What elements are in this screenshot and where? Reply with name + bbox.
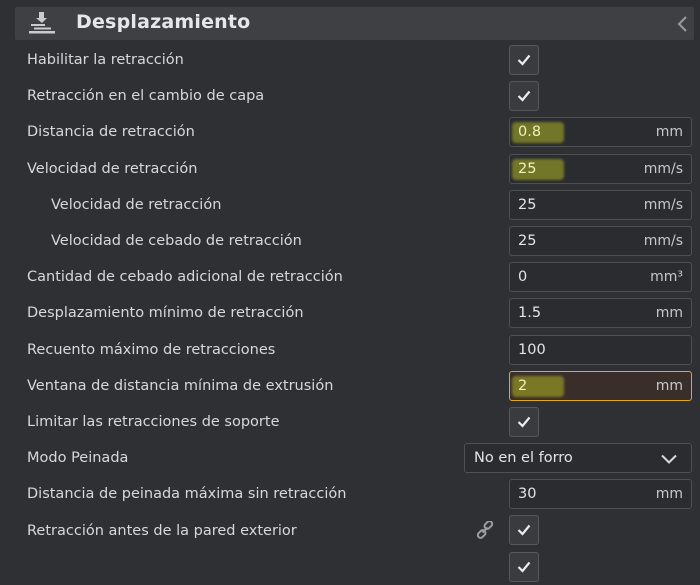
chevron-left-icon[interactable] [677, 16, 689, 32]
setting-value: 0.8 [518, 124, 542, 141]
setting-label: Cantidad de cebado adicional de retracci… [27, 269, 343, 286]
setting-checkbox[interactable] [509, 81, 539, 112]
setting-row: Ventana de distancia mínima de extrusión… [0, 368, 700, 404]
setting-label: Velocidad de retracción [27, 160, 198, 177]
setting-row: Distancia de retracción 0.8 mm [0, 114, 700, 150]
link-icon[interactable] [476, 520, 494, 543]
setting-row: Retracción antes de la pared exterior [0, 512, 700, 548]
setting-unit: mm [655, 377, 683, 394]
setting-checkbox[interactable] [509, 45, 539, 75]
setting-checkbox[interactable] [509, 406, 539, 437]
setting-label: Velocidad de cebado de retracción [51, 233, 302, 250]
setting-input[interactable]: 25 mm/s [509, 225, 692, 256]
setting-input[interactable]: 0 mm³ [509, 262, 692, 293]
settings-list: Habilitar la retracción Retracción en el … [0, 42, 700, 585]
setting-value: 100 [518, 341, 546, 358]
setting-unit: mm³ [650, 269, 683, 286]
section-title: Desplazamiento [76, 11, 251, 33]
section-header[interactable]: Desplazamiento [15, 7, 694, 40]
setting-checkbox[interactable] [509, 515, 539, 546]
setting-input[interactable]: 30 mm [509, 479, 692, 510]
setting-label: Ventana de distancia mínima de extrusión [27, 377, 334, 394]
setting-label: Desplazamiento mínimo de retracción [27, 305, 304, 322]
setting-input[interactable]: 1.5 mm [509, 298, 692, 329]
setting-value: 1.5 [518, 305, 542, 322]
setting-label: Velocidad de retracción [51, 196, 222, 213]
setting-row: Velocidad de cebado de retracción 25 mm/s [0, 223, 700, 259]
setting-input[interactable]: 100 [509, 334, 692, 365]
setting-unit: mm [655, 124, 683, 141]
dropdown-value: No en el forro [474, 450, 573, 467]
setting-input[interactable]: 0.8 mm [509, 117, 692, 148]
setting-unit: mm/s [643, 160, 683, 177]
setting-label: Modo Peinada [27, 450, 129, 467]
setting-value: 25 [518, 232, 537, 249]
setting-value: 2 [518, 377, 528, 394]
setting-unit: mm/s [643, 232, 683, 249]
setting-row: Distancia de peinada máxima sin retracci… [0, 476, 700, 512]
setting-label: Recuento máximo de retracciones [27, 341, 276, 358]
setting-label: Retracción en el cambio de capa [27, 88, 265, 105]
setting-row: Velocidad de retracción 25 mm/s [0, 151, 700, 187]
setting-input[interactable]: 25 mm/s [509, 189, 692, 220]
setting-value: 25 [518, 160, 537, 177]
setting-row: Retracción en el cambio de capa [0, 78, 700, 114]
setting-row: Cantidad de cebado adicional de retracci… [0, 259, 700, 295]
setting-label: Limitar las retracciones de soporte [27, 413, 280, 430]
setting-label: Distancia de peinada máxima sin retracci… [27, 486, 347, 503]
setting-dropdown[interactable]: No en el forro [464, 443, 692, 474]
setting-label: Retracción antes de la pared exterior [27, 522, 297, 539]
setting-row: Habilitar la retracción [0, 42, 700, 78]
travel-icon [29, 12, 55, 34]
setting-row: Desplazamiento mínimo de retracción 1.5 mm [0, 295, 700, 331]
setting-label: Distancia de retracción [27, 124, 195, 141]
setting-unit: mm [655, 486, 683, 503]
setting-unit: mm/s [643, 196, 683, 213]
setting-row [0, 549, 700, 585]
setting-label: Habilitar la retracción [27, 52, 184, 69]
setting-value: 30 [518, 486, 537, 503]
setting-value: 25 [518, 196, 537, 213]
setting-row: Limitar las retracciones de soporte [0, 404, 700, 440]
setting-input[interactable]: 25 mm/s [509, 153, 692, 184]
setting-checkbox[interactable] [509, 551, 539, 582]
setting-row: Recuento máximo de retracciones 100 [0, 332, 700, 368]
setting-value: 0 [518, 269, 528, 286]
setting-input[interactable]: 2 mm [509, 370, 692, 401]
setting-row: Modo Peinada No en el forro [0, 440, 700, 476]
setting-unit: mm [655, 305, 683, 322]
setting-row: Velocidad de retracción 25 mm/s [0, 187, 700, 223]
